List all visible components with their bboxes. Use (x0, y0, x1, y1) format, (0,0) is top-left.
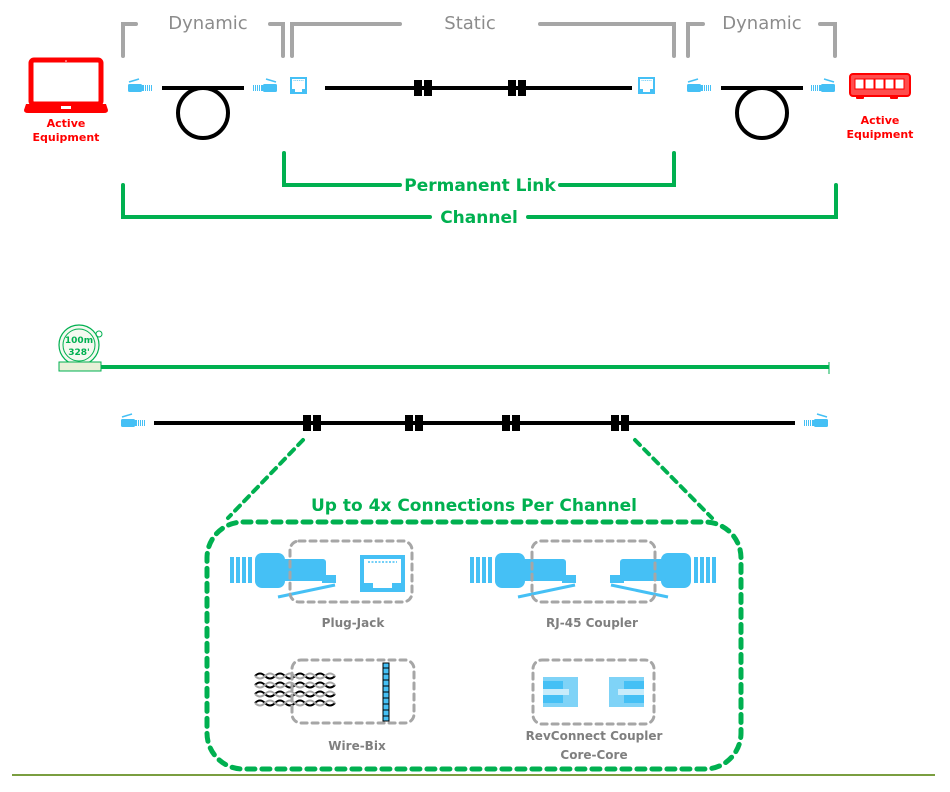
revconnect-coupler-label-line2: Core-Core (560, 748, 627, 762)
rj45-jack-icon (289, 76, 308, 95)
tape-metric-label: 100m (65, 336, 93, 346)
rj45-plug-icon (811, 79, 835, 92)
right-equipment-label-line1: Active (861, 114, 900, 127)
permanent-link-label: Permanent Link (404, 176, 556, 196)
plug-jack-label: Plug-Jack (322, 616, 386, 630)
wire-bix-item: Wire-Bix (254, 658, 416, 753)
left-equipment-label-line2: Equipment (33, 131, 100, 144)
rj45-plug-icon (253, 79, 277, 92)
revconnect-coupler-icon (543, 677, 644, 707)
inline-connector-icon (405, 415, 423, 431)
wire-bix-label: Wire-Bix (328, 739, 386, 753)
dynamic-right-label: Dynamic (722, 13, 801, 34)
plug-jack-icon (228, 551, 405, 599)
revconnect-coupler-label-line1: RevConnect Coupler (526, 729, 663, 743)
rj45-plug-icon (127, 78, 153, 93)
channel-label: Channel (440, 208, 518, 228)
tape-imperial-label: 328' (68, 348, 90, 358)
laptop-icon (24, 57, 108, 113)
rj45-plug-icon (686, 78, 712, 93)
left-patch-cord (127, 78, 277, 140)
rj45-coupler-icon (468, 551, 718, 599)
inline-connector-icon (502, 415, 520, 431)
plug-jack-item: Plug-Jack (228, 539, 414, 630)
right-patch-cord (686, 78, 835, 140)
rj45-plug-icon (804, 414, 828, 427)
connections-box-title: Up to 4x Connections Per Channel (311, 496, 637, 516)
right-equipment-label-line2: Equipment (847, 128, 914, 141)
inline-connector-icon (303, 415, 321, 431)
network-switch-icon (849, 73, 911, 99)
inline-connector-icon (414, 80, 432, 96)
rj45-plug-icon (120, 413, 146, 428)
dynamic-left-label: Dynamic (168, 13, 247, 34)
inline-connector-icon (508, 80, 526, 96)
revconnect-coupler-item: RevConnect Coupler Core-Core (526, 658, 663, 762)
permanent-link-cable (289, 76, 656, 96)
inline-connector-icon (611, 415, 629, 431)
channel-cable (120, 413, 828, 431)
left-equipment-label-line1: Active (47, 117, 86, 130)
rj45-coupler-item: RJ-45 Coupler (468, 539, 718, 630)
rj45-coupler-label: RJ-45 Coupler (546, 616, 638, 630)
wire-bix-icon (254, 662, 390, 722)
rj45-jack-icon (637, 76, 656, 95)
static-label: Static (444, 13, 495, 34)
cabling-diagram: Dynamic Static Dynamic Active Equipment (12, 13, 935, 776)
